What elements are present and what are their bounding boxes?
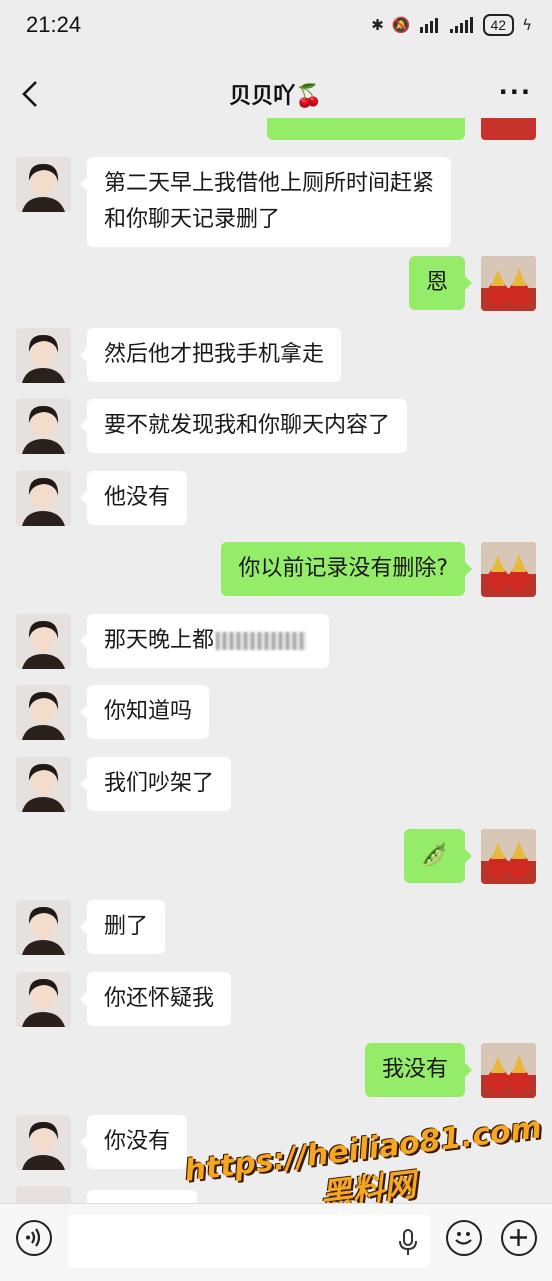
avatar[interactable] xyxy=(16,614,71,669)
signal-icon-2 xyxy=(449,17,473,33)
signal-icon xyxy=(419,18,438,33)
avatar-partial xyxy=(16,1186,71,1203)
bubble-partial xyxy=(87,1190,197,1203)
avatar[interactable] xyxy=(16,972,71,1027)
message-bubble[interactable]: 你没有 xyxy=(79,1115,188,1169)
status-time: 21:24 xyxy=(26,12,82,37)
mute-icon: 🔕 xyxy=(391,16,411,34)
mic-icon[interactable] xyxy=(398,1228,418,1256)
avatar[interactable] xyxy=(16,1115,71,1170)
avatar-self[interactable] xyxy=(481,829,536,884)
message-bubble[interactable]: 要不就发现我和你聊天内容了 xyxy=(79,399,408,453)
message-bubble[interactable]: 恩 xyxy=(408,256,473,310)
message-bubble[interactable]: 🫛 xyxy=(403,829,473,883)
charging-icon: ϟ xyxy=(522,16,532,34)
avatar-self[interactable] xyxy=(481,542,536,597)
avatar[interactable] xyxy=(16,471,71,526)
avatar[interactable] xyxy=(16,399,71,454)
plus-icon[interactable] xyxy=(501,1220,537,1256)
message-bubble[interactable]: 我们吵架了 xyxy=(79,757,232,811)
message-bubble[interactable]: 那天晚上都 xyxy=(80,614,329,668)
message-bubble[interactable]: 你以前记录没有删除? xyxy=(221,542,472,596)
message-bubble[interactable]: 你知道吗 xyxy=(79,685,210,739)
avatar[interactable] xyxy=(16,157,71,212)
battery-indicator: 42 xyxy=(482,14,515,36)
more-dots-icon[interactable]: ··· xyxy=(499,78,532,106)
avatar[interactable] xyxy=(16,900,71,955)
message-input[interactable] xyxy=(68,1214,430,1268)
chat-title: 贝贝吖🍒 xyxy=(229,84,323,109)
avatar-self[interactable] xyxy=(481,1043,536,1098)
avatar-self-partial xyxy=(481,118,536,140)
message-bubble[interactable]: 你还怀疑我 xyxy=(79,972,232,1026)
message-bubble[interactable]: 然后他才把我手机拿走 xyxy=(79,328,342,382)
avatar[interactable] xyxy=(16,757,71,812)
avatar[interactable] xyxy=(16,685,71,740)
message-bubble[interactable]: 我没有 xyxy=(364,1043,473,1097)
status-icons: ✱ 🔕 42 ϟ xyxy=(371,14,532,36)
blurred-text xyxy=(216,632,307,650)
input-bar xyxy=(0,1203,552,1281)
bluetooth-icon: ✱ xyxy=(371,16,384,34)
message-bubble[interactable]: 删了 xyxy=(79,900,166,954)
avatar[interactable] xyxy=(16,328,71,383)
emoji-icon[interactable] xyxy=(446,1220,482,1256)
message-text: 那天晚上都 xyxy=(104,628,215,653)
status-bar: 21:24 ✱ 🔕 42 ϟ xyxy=(0,0,552,52)
message-bubble[interactable]: 第二天早上我借他上厕所时间赶紧 和你聊天记录删了 xyxy=(79,157,452,247)
avatar-self[interactable] xyxy=(481,256,536,311)
voice-icon[interactable] xyxy=(16,1220,52,1256)
partial-bubble xyxy=(267,118,465,140)
message-bubble[interactable]: 他没有 xyxy=(79,471,188,525)
